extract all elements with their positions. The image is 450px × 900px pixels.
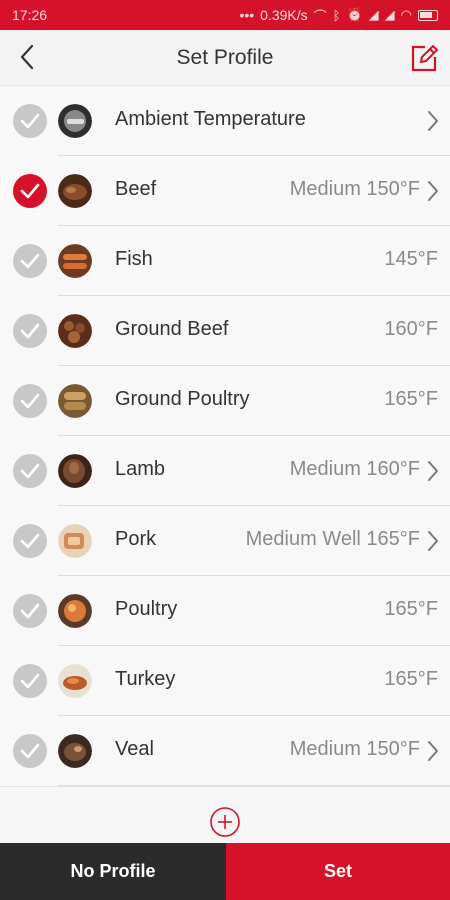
food-thumbnail-icon [58,244,92,278]
food-thumbnail-icon [58,664,92,698]
checkbox-checked-icon[interactable] [13,174,47,208]
network-speed: 0.39K/s [260,7,308,23]
profile-label: Beef [115,178,157,200]
status-indicators: ••• 0.39K/s ⌒ ᛒ ⏰ ◢ ◢ ◠ [239,6,438,25]
profile-temperature: 160°F [384,318,438,340]
headset-icon: ⌒ [313,8,327,24]
profile-row[interactable]: Ambient Temperature [0,86,450,156]
profile-row[interactable]: Fish 145°F [0,226,450,296]
chevron-right-icon[interactable] [426,739,440,763]
profile-row[interactable]: Turkey 165°F [0,646,450,716]
alarm-icon: ⏰ [346,7,363,22]
profile-label: Ambient Temperature [115,108,306,130]
profile-row[interactable]: Beef Medium 150°F [0,156,450,226]
profile-temperature: 165°F [384,668,438,690]
profile-label: Veal [115,738,154,760]
food-thumbnail-icon [58,384,92,418]
profile-temperature: 145°F [384,248,438,270]
footer-actions: No Profile Set [0,843,450,900]
checkbox-unchecked-icon[interactable] [13,664,47,698]
food-thumbnail-icon [58,734,92,768]
food-thumbnail-icon [58,594,92,628]
status-bar: 17:26 ••• 0.39K/s ⌒ ᛒ ⏰ ◢ ◢ ◠ [0,0,450,30]
edit-icon [411,44,439,72]
page-title: Set Profile [176,45,274,69]
back-button[interactable] [12,42,42,72]
profile-temperature: 165°F [384,598,438,620]
food-thumbnail-icon [58,174,92,208]
profile-row[interactable]: Ground Beef 160°F [0,296,450,366]
edit-button[interactable] [408,42,440,74]
checkbox-unchecked-icon[interactable] [13,454,47,488]
chevron-right-icon[interactable] [426,109,440,133]
profile-row[interactable]: Ground Poultry 165°F [0,366,450,436]
food-thumbnail-icon [58,314,92,348]
checkbox-unchecked-icon[interactable] [13,104,47,138]
chevron-right-icon[interactable] [426,529,440,553]
profile-temperature: Medium 150°F [289,738,420,760]
set-button[interactable]: Set [226,843,450,900]
signal-icon: ◢ [368,7,379,22]
app-header: Set Profile [0,30,450,86]
chevron-right-icon[interactable] [426,459,440,483]
checkbox-unchecked-icon[interactable] [13,244,47,278]
profile-list: Ambient Temperature Beef Medium 150°F Fish 1… [0,86,450,786]
plus-circle-icon[interactable] [209,806,241,838]
no-profile-button[interactable]: No Profile [0,843,226,900]
profile-temperature: Medium 160°F [289,458,420,480]
signal-icon-2: ◢ [384,7,395,22]
profile-label: Poultry [115,598,178,620]
profile-row[interactable]: Poultry 165°F [0,576,450,646]
profile-label: Ground Poultry [115,388,250,410]
checkbox-unchecked-icon[interactable] [13,524,47,558]
profile-temperature: Medium 150°F [289,178,420,200]
status-time: 17:26 [12,7,48,23]
food-thumbnail-icon [58,104,92,138]
profile-label: Pork [115,528,157,550]
profile-label: Ground Beef [115,318,229,340]
profile-row[interactable]: Lamb Medium 160°F [0,436,450,506]
wifi-icon: ◠ [400,7,412,22]
profile-temperature: 165°F [384,388,438,410]
profile-label: Turkey [115,668,176,690]
profile-label: Fish [115,248,153,270]
add-profile-area [0,786,450,843]
bluetooth-icon: ᛒ [332,7,341,23]
profile-row[interactable]: Pork Medium Well 165°F [0,506,450,576]
chevron-right-icon[interactable] [426,179,440,203]
profile-row[interactable]: Veal Medium 150°F [0,716,450,786]
checkbox-unchecked-icon[interactable] [13,594,47,628]
checkbox-unchecked-icon[interactable] [13,314,47,348]
battery-icon [418,9,438,21]
food-thumbnail-icon [58,454,92,488]
chevron-left-icon [20,44,34,70]
checkbox-unchecked-icon[interactable] [13,384,47,418]
food-thumbnail-icon [58,524,92,558]
profile-label: Lamb [115,458,166,480]
status-dots: ••• [239,7,255,23]
checkbox-unchecked-icon[interactable] [13,734,47,768]
profile-temperature: Medium Well 165°F [245,528,420,550]
